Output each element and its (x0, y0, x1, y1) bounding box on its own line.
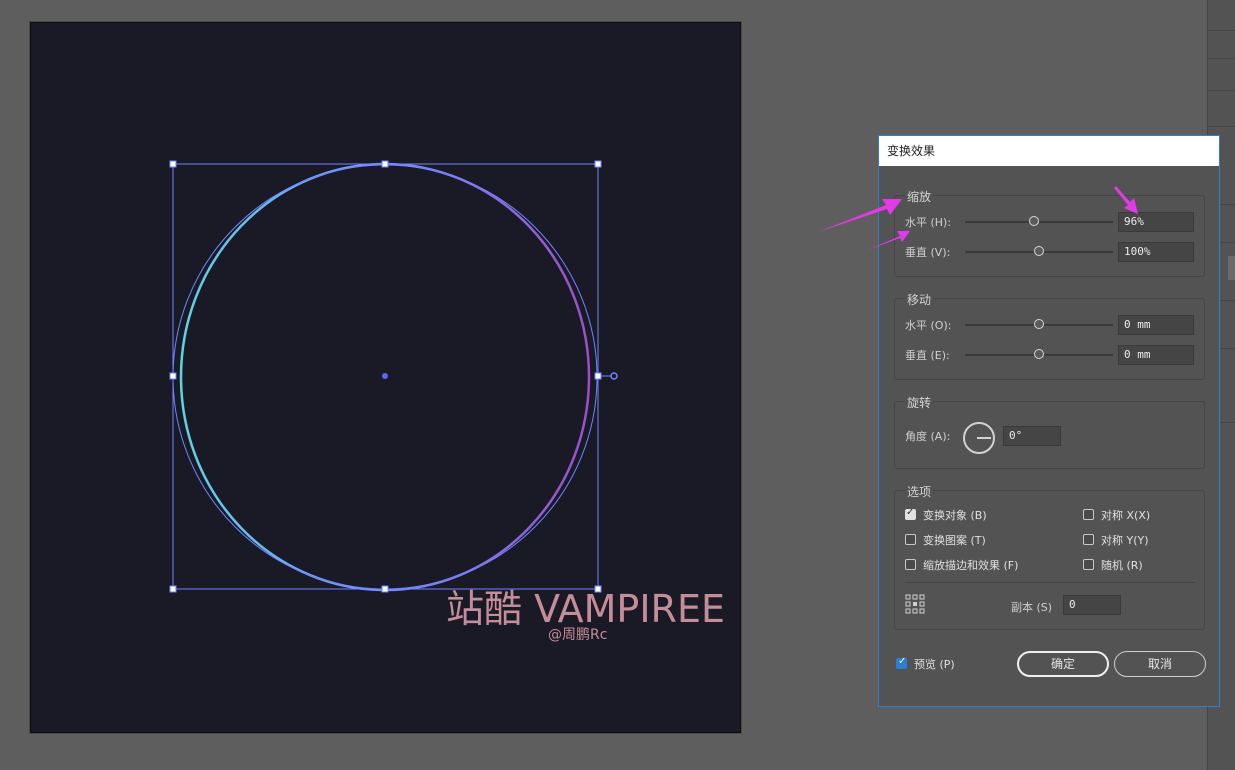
move-horizontal-field[interactable]: 0 mm (1118, 315, 1194, 335)
move-vertical-row: 垂直 (E): 0 mm (905, 345, 1195, 365)
checkbox-icon[interactable] (1083, 559, 1094, 570)
move-horizontal-row: 水平 (O): 0 mm (905, 315, 1195, 335)
handle-top-right (594, 160, 602, 168)
options-group: 选项 变换对象 (B) 对称 X(X) 变换图案 (T) 对称 Y(Y) 缩放描… (894, 483, 1205, 630)
scale-vertical-row: 垂直 (V): 100% (905, 242, 1195, 262)
scale-horizontal-slider[interactable] (965, 216, 1113, 226)
scale-horizontal-field[interactable]: 96% (1118, 212, 1194, 232)
handle-middle-right (594, 372, 602, 380)
move-vertical-slider-thumb[interactable] (1034, 349, 1044, 359)
transform-effect-dialog: 变换效果 缩放 水平 (H): 96% 垂直 (V): 100% 移动 水平 (… (878, 135, 1220, 707)
rotate-angle-row: 角度 (A): 0° (905, 422, 1195, 454)
scale-vertical-field[interactable]: 100% (1118, 242, 1194, 262)
cancel-button[interactable]: 取消 (1114, 651, 1206, 677)
checkbox-icon[interactable] (1083, 534, 1094, 545)
move-horizontal-slider-thumb[interactable] (1034, 319, 1044, 329)
ok-button[interactable]: 确定 (1017, 651, 1109, 677)
handle-bottom-left (169, 585, 177, 593)
rotate-group-title: 旋转 (905, 394, 934, 411)
rotate-angle-field[interactable]: 0° (1003, 426, 1061, 446)
copies-label: 副本 (S) (1011, 601, 1053, 614)
options-group-title: 选项 (905, 483, 934, 500)
checkbox-checked-icon[interactable] (905, 507, 916, 520)
reflect-x-label: 对称 X(X) (1101, 509, 1151, 522)
watermark-sub: @周鹏Rc (548, 627, 608, 643)
handle-top-left (169, 160, 177, 168)
rotate-handle (610, 372, 618, 380)
reference-point-icon[interactable] (905, 594, 925, 614)
preview-checkbox-icon[interactable] (896, 656, 907, 669)
angle-dial[interactable] (963, 422, 995, 454)
copies-field[interactable]: 0 (1063, 595, 1121, 615)
handle-middle-left (169, 372, 177, 380)
transform-patterns-label: 变换图案 (T) (923, 534, 986, 547)
rotate-angle-label: 角度 (A): (905, 430, 951, 443)
dialog-title[interactable]: 变换效果 (879, 136, 1219, 166)
scale-horizontal-label: 水平 (H): (905, 216, 952, 229)
move-vertical-slider[interactable] (965, 349, 1113, 359)
scale-strokes-label: 缩放描边和效果 (F) (923, 559, 1019, 572)
transform-objects-label: 变换对象 (B) (923, 509, 987, 522)
move-horizontal-slider[interactable] (965, 319, 1113, 329)
move-vertical-label: 垂直 (E): (905, 349, 950, 362)
checkbox-icon[interactable] (905, 534, 916, 545)
scale-group-title: 缩放 (905, 188, 934, 205)
move-horizontal-label: 水平 (O): (905, 319, 952, 332)
move-vertical-field[interactable]: 0 mm (1118, 345, 1194, 365)
handle-bottom-center (381, 585, 389, 593)
preview-label: 预览 (P) (914, 658, 955, 671)
scale-vertical-label: 垂直 (V): (905, 246, 951, 259)
center-point (382, 373, 388, 379)
checkbox-icon[interactable] (1083, 509, 1094, 520)
checkbox-icon[interactable] (905, 559, 916, 570)
rotate-group: 旋转 角度 (A): 0° (894, 394, 1205, 469)
scale-vertical-slider[interactable] (965, 246, 1113, 256)
random-label: 随机 (R) (1101, 559, 1143, 572)
scale-horizontal-slider-thumb[interactable] (1029, 216, 1039, 226)
scale-horizontal-row: 水平 (H): 96% (905, 212, 1195, 232)
reflect-y-label: 对称 Y(Y) (1101, 534, 1149, 547)
scale-vertical-slider-thumb[interactable] (1034, 246, 1044, 256)
move-group-title: 移动 (905, 291, 934, 308)
scale-group: 缩放 水平 (H): 96% 垂直 (V): 100% (894, 188, 1205, 277)
panel-scroll-nub[interactable] (1228, 256, 1235, 280)
handle-top-center (381, 160, 389, 168)
move-group: 移动 水平 (O): 0 mm 垂直 (E): 0 mm (894, 291, 1205, 380)
